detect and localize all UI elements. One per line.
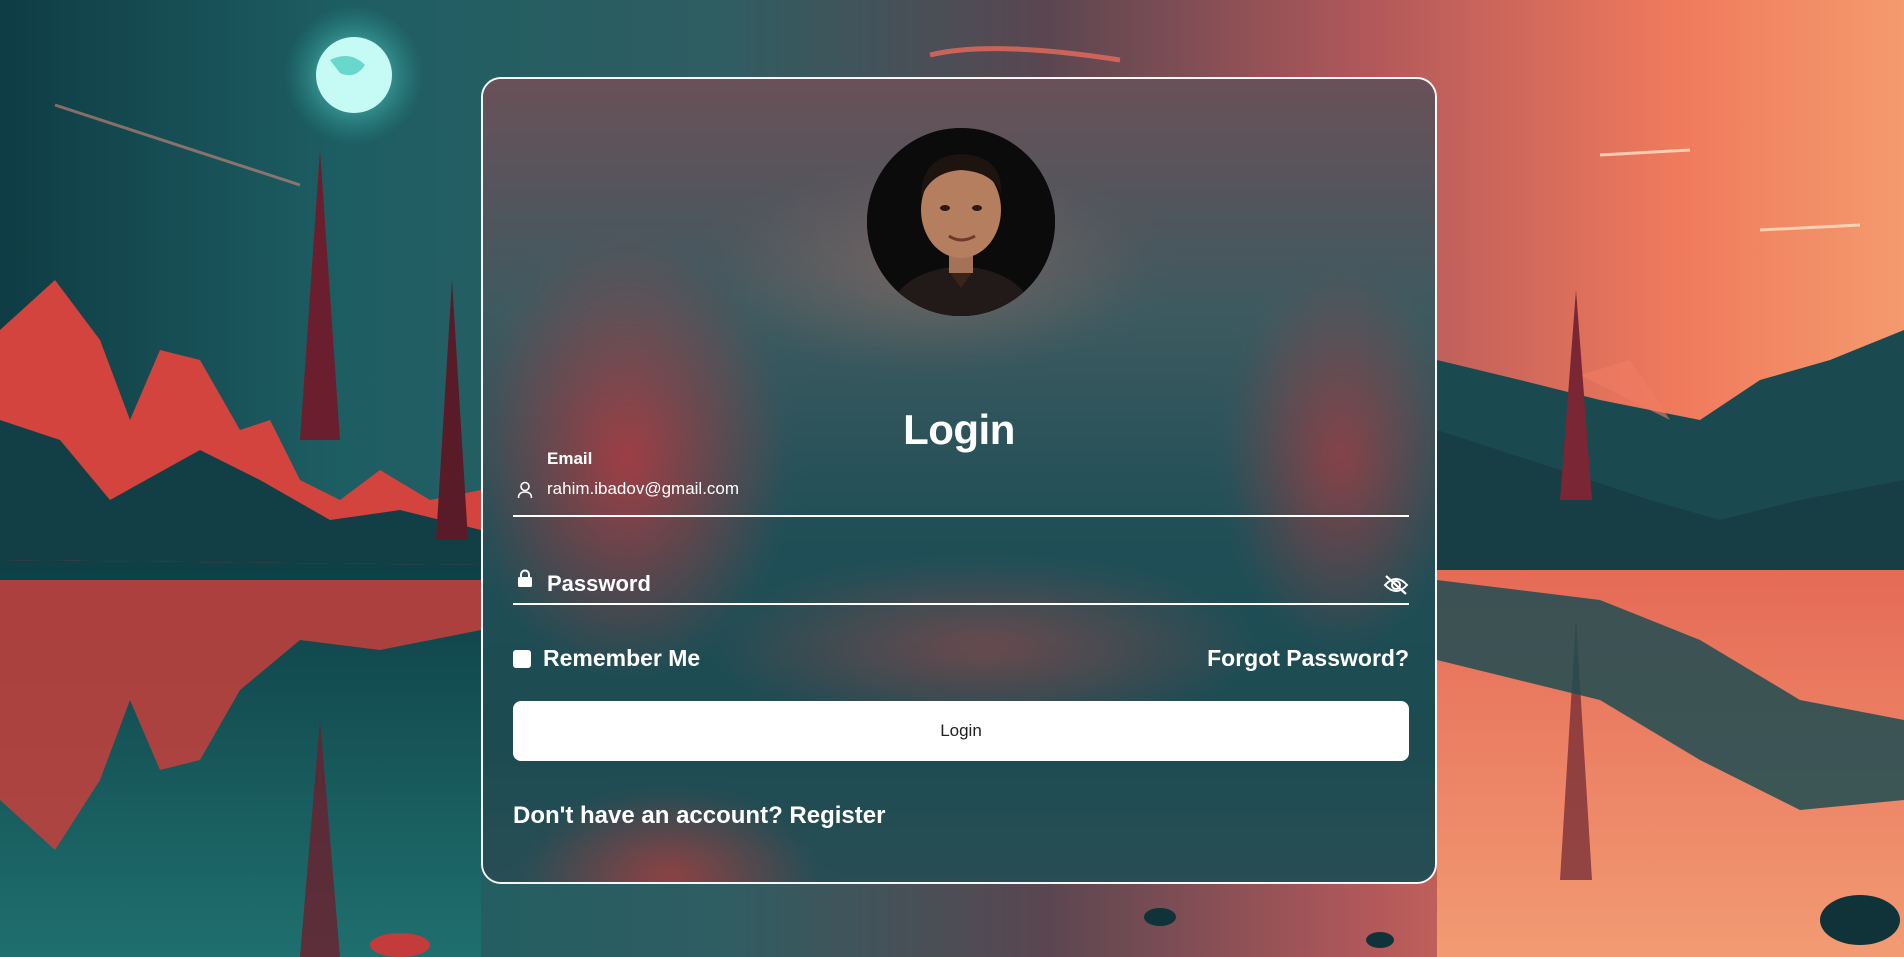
forgot-password-link[interactable]: Forgot Password? bbox=[1207, 645, 1409, 672]
login-card: Login Email rahim.ibadov@gmail.com Passw… bbox=[481, 77, 1437, 884]
register-prompt-text: Don't have an account? bbox=[513, 802, 783, 829]
password-input[interactable]: Password bbox=[547, 571, 651, 597]
password-field[interactable]: Password bbox=[513, 559, 1409, 605]
profile-photo bbox=[867, 128, 1055, 316]
login-button[interactable]: Login bbox=[513, 701, 1409, 761]
register-prompt: Don't have an account? Register bbox=[513, 802, 885, 830]
eye-slash-icon[interactable] bbox=[1383, 573, 1409, 601]
options-row: Remember Me Forgot Password? bbox=[513, 642, 1409, 676]
remember-me-checkbox[interactable] bbox=[513, 650, 531, 668]
page-title: Login bbox=[903, 406, 1015, 453]
user-icon bbox=[517, 481, 533, 503]
email-label: Email bbox=[547, 449, 593, 468]
register-link[interactable]: Register bbox=[789, 802, 885, 829]
remember-me-label[interactable]: Remember Me bbox=[543, 645, 700, 672]
email-input[interactable]: rahim.ibadov@gmail.com bbox=[547, 479, 739, 499]
email-field[interactable]: Email rahim.ibadov@gmail.com bbox=[513, 449, 1409, 517]
avatar bbox=[867, 128, 1055, 316]
lock-icon bbox=[517, 569, 533, 592]
